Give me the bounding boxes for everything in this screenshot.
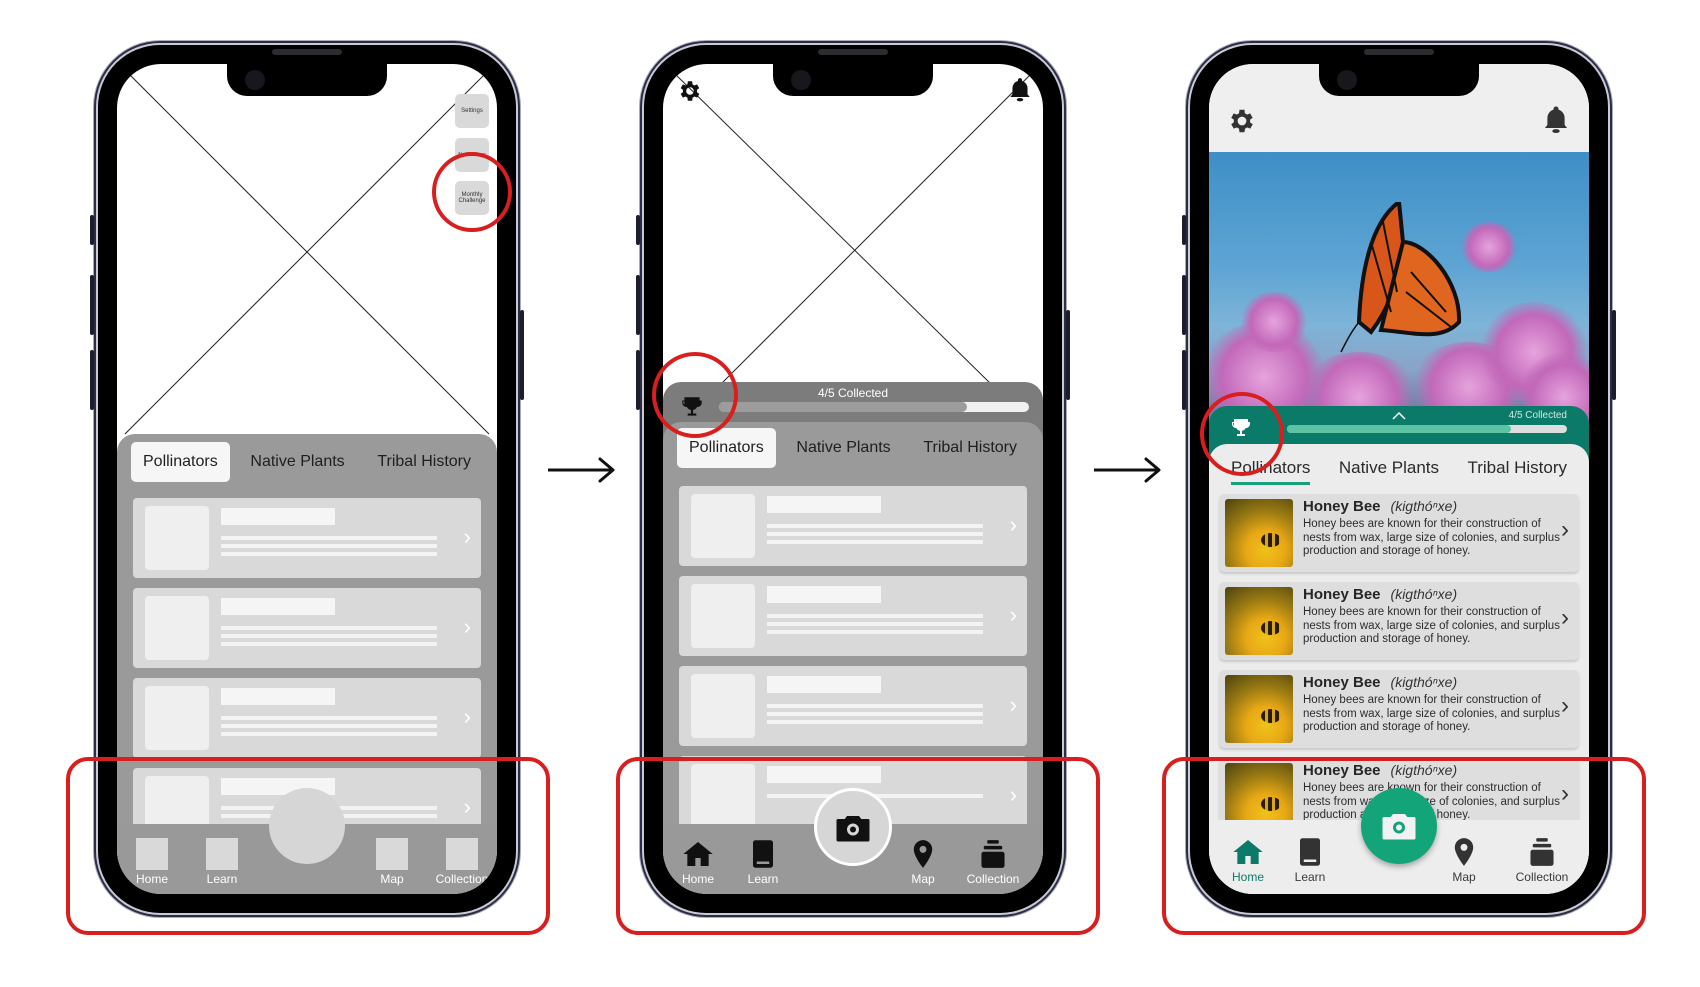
species-card[interactable]: Honey Bee (kigthóⁿxe) Honey bees are know… xyxy=(1219,670,1579,748)
progress-bar xyxy=(1287,425,1567,433)
honey-bee-image xyxy=(1225,587,1293,655)
tab-tribal-history[interactable]: Tribal History xyxy=(1457,458,1577,478)
chevron-right-icon: › xyxy=(1561,692,1569,719)
tab-native-plants[interactable]: Native Plants xyxy=(238,442,356,482)
tab-bar: Pollinators Native Plants Tribal History xyxy=(131,442,483,482)
species-card[interactable]: Honey Bee (kigthóⁿxe) Honey bees are know… xyxy=(1219,582,1579,660)
gear-icon[interactable] xyxy=(1227,106,1257,136)
species-name: Honey Bee xyxy=(1303,498,1381,515)
list-item[interactable]: › xyxy=(133,588,481,668)
list-item[interactable]: › xyxy=(679,666,1027,746)
annotation-circle xyxy=(432,152,512,232)
native-name: (kigthóⁿxe) xyxy=(1390,586,1458,602)
tab-bar: Pollinators Native Plants Tribal History xyxy=(677,428,1029,468)
tab-pollinators[interactable]: Pollinators xyxy=(131,442,230,482)
progress-fill xyxy=(719,402,967,412)
chevron-right-icon: › xyxy=(1561,604,1569,631)
progress-fill xyxy=(1287,425,1511,433)
chevron-right-icon: › xyxy=(1009,602,1017,627)
list-item[interactable]: › xyxy=(133,498,481,578)
honey-bee-image xyxy=(1225,499,1293,567)
species-name: Honey Bee xyxy=(1303,586,1381,603)
list-item[interactable]: › xyxy=(679,486,1027,566)
arrow-right-icon xyxy=(548,457,615,483)
list-item[interactable]: › xyxy=(133,678,481,758)
annotation-box xyxy=(616,757,1100,935)
annotation-circle xyxy=(1200,392,1284,476)
bell-icon[interactable] xyxy=(1007,76,1033,104)
progress-bar xyxy=(719,402,1029,412)
arrow-right-icon xyxy=(1094,457,1161,483)
annotation-circle xyxy=(652,352,738,438)
annotation-box xyxy=(1162,757,1646,935)
list-item[interactable]: › xyxy=(679,576,1027,656)
honey-bee-image xyxy=(1225,675,1293,743)
settings-button[interactable]: Settings xyxy=(455,94,489,128)
tab-native-plants[interactable]: Native Plants xyxy=(784,428,902,468)
bell-icon[interactable] xyxy=(1541,104,1571,136)
annotation-box xyxy=(66,757,550,935)
species-description: Honey bees are known for their construct… xyxy=(1303,606,1560,645)
chevron-right-icon: › xyxy=(463,524,471,549)
native-name: (kigthóⁿxe) xyxy=(1390,498,1458,514)
gear-icon[interactable] xyxy=(677,78,703,104)
chevron-right-icon: › xyxy=(463,704,471,729)
species-name: Honey Bee xyxy=(1303,674,1381,691)
species-description: Honey bees are known for their construct… xyxy=(1303,694,1560,733)
chevron-right-icon: › xyxy=(463,614,471,639)
species-description: Honey bees are known for their construct… xyxy=(1303,518,1560,557)
species-card[interactable]: Honey Bee (kigthóⁿxe) Honey bees are know… xyxy=(1219,494,1579,572)
chevron-right-icon: › xyxy=(1009,512,1017,537)
progress-label: 4/5 Collected xyxy=(1508,410,1567,421)
butterfly-image xyxy=(1340,202,1462,353)
tab-native-plants[interactable]: Native Plants xyxy=(1329,458,1449,478)
hero-image xyxy=(1209,152,1589,442)
chevron-right-icon: › xyxy=(1561,516,1569,543)
chevron-up-icon[interactable] xyxy=(1392,412,1406,420)
chevron-right-icon: › xyxy=(1009,692,1017,717)
tab-tribal-history[interactable]: Tribal History xyxy=(365,442,483,482)
native-name: (kigthóⁿxe) xyxy=(1390,674,1458,690)
tab-tribal-history[interactable]: Tribal History xyxy=(911,428,1029,468)
